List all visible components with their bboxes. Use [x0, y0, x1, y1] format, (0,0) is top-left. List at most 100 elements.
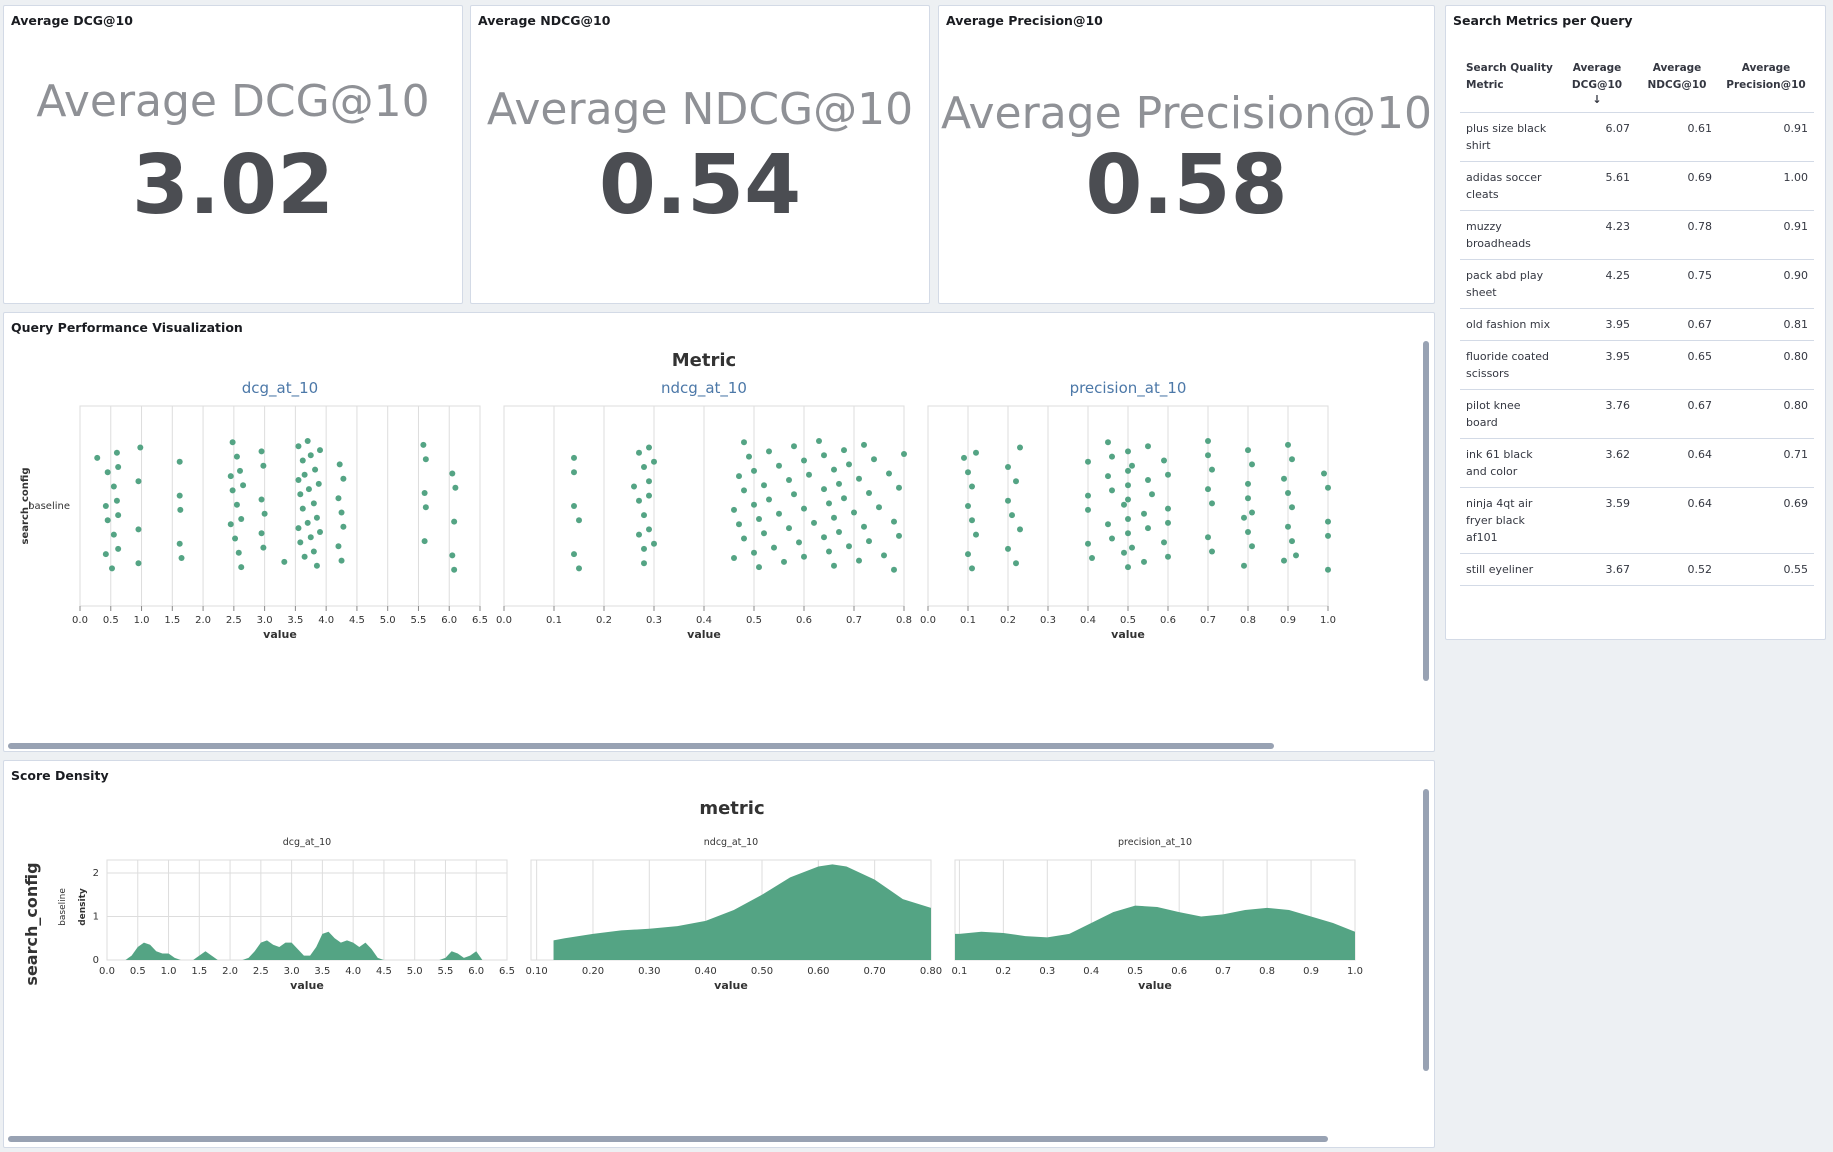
- data-point: [1209, 466, 1215, 473]
- x-tick-label: 5.5: [438, 966, 454, 977]
- data-point: [571, 503, 577, 509]
- table-row[interactable]: still eyeliner 3.67 0.52 0.55: [1460, 553, 1814, 586]
- table-row[interactable]: pilot knee board 3.76 0.67 0.80: [1460, 389, 1814, 439]
- panel-title: Average Precision@10: [946, 13, 1103, 28]
- data-point: [866, 490, 872, 496]
- data-point: [1149, 491, 1155, 498]
- data-point: [1005, 464, 1011, 470]
- vertical-scrollbar[interactable]: [1423, 789, 1429, 1071]
- data-point: [1325, 484, 1331, 491]
- x-tick-label: 0.3: [1040, 615, 1056, 626]
- data-point: [1105, 521, 1111, 528]
- data-point: [335, 495, 342, 502]
- data-point: [631, 483, 637, 490]
- x-tick-label: 0.8: [1240, 615, 1256, 626]
- data-point: [1145, 477, 1151, 483]
- x-tick-label: 0.8: [896, 615, 912, 626]
- data-point: [135, 526, 142, 533]
- data-point: [1293, 552, 1299, 559]
- data-point: [736, 521, 742, 528]
- data-point: [641, 545, 647, 552]
- horizontal-scrollbar[interactable]: [8, 1136, 1328, 1142]
- table-cell-ndcg: 0.52: [1636, 553, 1718, 586]
- x-tick-label: 0.1: [951, 966, 967, 977]
- facet-title: dcg_at_10: [242, 379, 318, 398]
- strip-chart: Metricsearch_configbaselinedcg_at_100.0 0…: [20, 350, 1336, 641]
- vertical-scrollbar[interactable]: [1423, 341, 1429, 681]
- data-point: [756, 564, 762, 571]
- data-point: [1165, 505, 1171, 512]
- column-header-precision[interactable]: Average Precision@10: [1718, 52, 1814, 113]
- column-header-query[interactable]: Search Quality Metric: [1460, 52, 1558, 113]
- table-row[interactable]: pack abd play sheet 4.25 0.75 0.90: [1460, 259, 1814, 309]
- data-point: [1241, 514, 1247, 521]
- x-tick-label: 0.4: [1080, 615, 1096, 626]
- data-point: [110, 531, 117, 538]
- data-point: [1085, 506, 1091, 513]
- data-point: [826, 500, 832, 507]
- data-point: [1249, 543, 1255, 550]
- data-point: [1289, 504, 1295, 511]
- panel-average-precision: Average Precision@10 Average Precision@1…: [938, 5, 1435, 304]
- data-point: [1161, 457, 1167, 464]
- table-cell-dcg: 4.25: [1558, 259, 1636, 309]
- data-point: [240, 482, 247, 489]
- table-cell-precision: 0.91: [1718, 210, 1814, 260]
- data-point: [751, 501, 757, 508]
- data-point: [94, 454, 101, 461]
- table-row[interactable]: ninja 4qt air fryer black af101 3.59 0.64 0…: [1460, 487, 1814, 554]
- x-tick-label: 2.5: [226, 615, 242, 626]
- data-point: [301, 471, 308, 478]
- data-point: [1161, 539, 1167, 546]
- table-row[interactable]: fluoride coated scissors 3.95 0.65 0.80: [1460, 340, 1814, 390]
- table-cell-dcg: 3.62: [1558, 438, 1636, 488]
- table-row[interactable]: adidas soccer cleats 5.61 0.69 1.00: [1460, 161, 1814, 211]
- data-point: [229, 487, 236, 494]
- data-point: [335, 543, 342, 550]
- data-point: [176, 540, 183, 547]
- data-point: [297, 491, 304, 498]
- x-tick-label: 0.3: [1039, 966, 1055, 977]
- data-point: [836, 529, 842, 535]
- data-point: [1241, 562, 1247, 569]
- data-point: [422, 504, 429, 511]
- x-tick-label: 0.30: [638, 966, 660, 977]
- table-row[interactable]: muzzy broadheads 4.23 0.78 0.91: [1460, 210, 1814, 260]
- table-body: plus size black shirt 6.07 0.61 0.91 adidas …: [1460, 112, 1814, 586]
- table-row[interactable]: plus size black shirt 6.07 0.61 0.91: [1460, 112, 1814, 162]
- metric-label: Average DCG@10: [36, 76, 430, 127]
- data-point: [176, 492, 183, 499]
- x-tick-label: 0.5: [130, 966, 146, 977]
- table-cell-query: adidas soccer cleats: [1460, 161, 1558, 211]
- x-tick-label: 3.0: [284, 966, 300, 977]
- data-point: [1125, 564, 1131, 571]
- data-point: [1105, 473, 1111, 480]
- x-tick-label: 0.40: [695, 966, 717, 977]
- x-tick-label: 2.5: [253, 966, 269, 977]
- data-point: [113, 497, 120, 504]
- metric-value: 0.58: [1085, 138, 1288, 233]
- table-row[interactable]: ink 61 black and color 3.62 0.64 0.71: [1460, 438, 1814, 488]
- table-cell-query: pilot knee board: [1460, 389, 1558, 439]
- x-tick-label: 0.6: [1160, 615, 1176, 626]
- data-point: [776, 510, 782, 517]
- data-point: [1249, 509, 1255, 516]
- data-point: [338, 509, 345, 516]
- x-tick-label: 4.0: [318, 615, 334, 626]
- x-tick-label: 1.0: [1320, 615, 1336, 626]
- panel-average-dcg: Average DCG@10 Average DCG@10 3.02: [3, 5, 463, 304]
- arrow-down-icon[interactable]: ↓: [1562, 94, 1632, 106]
- column-header-ndcg[interactable]: Average NDCG@10: [1636, 52, 1718, 113]
- x-tick-label: 0.3: [646, 615, 662, 626]
- data-point: [881, 552, 887, 559]
- column-header-dcg[interactable]: Average DCG@10 ↓: [1558, 52, 1636, 113]
- x-tick-label: 0.0: [72, 615, 88, 626]
- table-row[interactable]: old fashion mix 3.95 0.67 0.81: [1460, 308, 1814, 341]
- data-point: [317, 447, 323, 454]
- x-tick-label: 0.5: [103, 615, 119, 626]
- table-cell-precision: 1.00: [1718, 161, 1814, 211]
- horizontal-scrollbar[interactable]: [8, 743, 1274, 749]
- density-area: [955, 905, 1355, 960]
- data-point: [836, 480, 842, 487]
- panel-query-performance: Query Performance Visualization Metric se…: [3, 312, 1435, 752]
